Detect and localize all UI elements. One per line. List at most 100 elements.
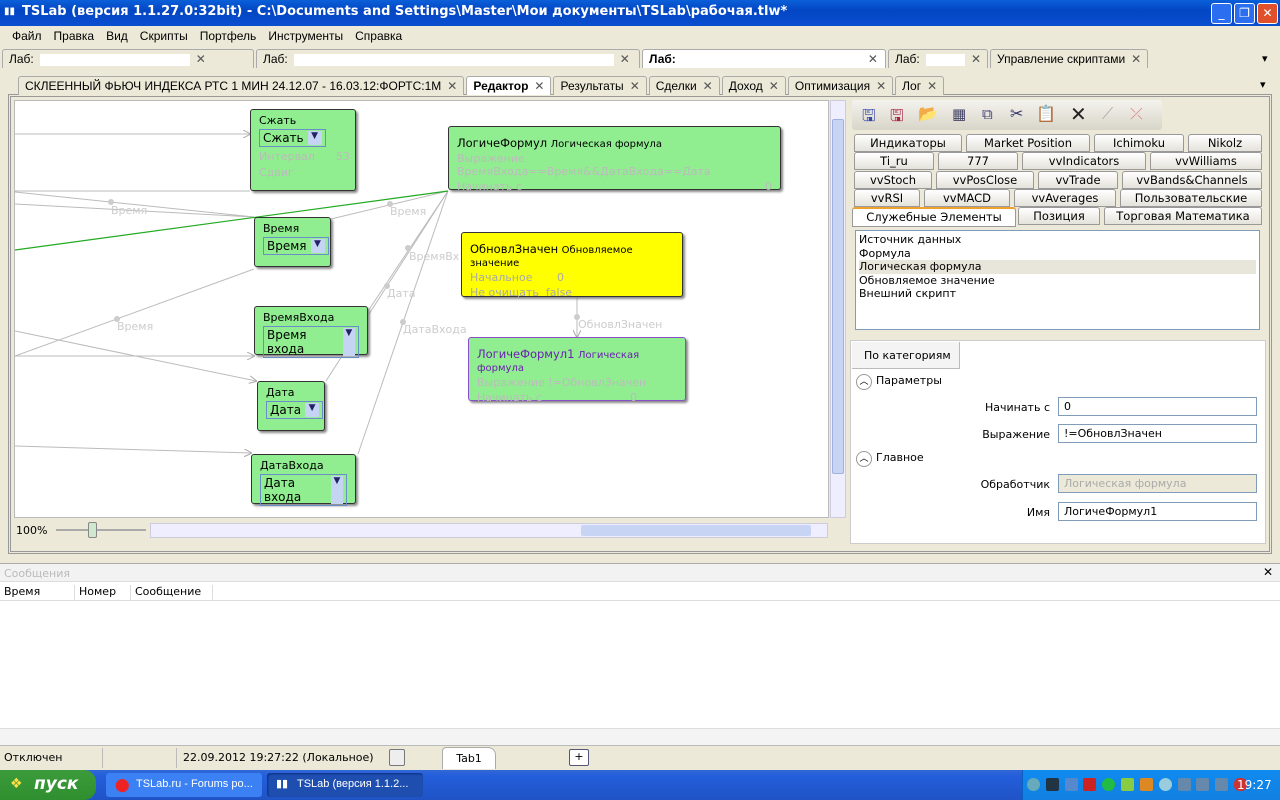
tab-overflow-icon[interactable]: ▾ bbox=[1260, 78, 1266, 91]
list-item[interactable]: Внешний скрипт bbox=[859, 287, 1256, 301]
close-icon[interactable]: ✕ bbox=[1131, 52, 1141, 68]
tab-indicators[interactable]: Индикаторы bbox=[854, 134, 962, 152]
column-time[interactable]: Время bbox=[0, 585, 75, 600]
task-tslab[interactable]: ▮▮ TSLab (версия 1.1.2... bbox=[267, 773, 423, 797]
tab-lab-2[interactable]: Лаб: ✕ bbox=[256, 49, 640, 68]
date-select[interactable]: Дата ▼ bbox=[266, 401, 324, 419]
tab-ichimoku[interactable]: Ichimoku bbox=[1094, 134, 1184, 152]
start-button[interactable]: ❖ пуск bbox=[0, 770, 96, 800]
menu-edit[interactable]: Правка bbox=[48, 29, 101, 47]
category-parameters[interactable]: ︿ Параметры bbox=[856, 374, 942, 390]
maximize-button[interactable]: ❐ bbox=[1234, 3, 1255, 24]
save-as-icon[interactable]: 🖫 bbox=[890, 105, 904, 132]
tab-instrument[interactable]: СКЛЕЕННЫЙ ФЬЮЧ ИНДЕКСА РТС 1 МИН 24.12.0… bbox=[18, 76, 465, 95]
cut-icon[interactable]: ✂ bbox=[1010, 104, 1023, 123]
tab-vvrsi[interactable]: vvRSI bbox=[854, 189, 920, 207]
open-folder-icon[interactable]: 📂 bbox=[918, 104, 938, 123]
tab-editor[interactable]: Редактор ✕ bbox=[466, 76, 552, 95]
tab-nikolz[interactable]: Nikolz bbox=[1188, 134, 1262, 152]
tab-777[interactable]: 777 bbox=[938, 152, 1018, 170]
tab-trading-math[interactable]: Торговая Математика bbox=[1104, 207, 1262, 225]
task-opera[interactable]: ⬤ TSLab.ru - Forums po... bbox=[106, 773, 262, 797]
notebook-icon[interactable] bbox=[389, 749, 405, 766]
canvas-horizontal-scrollbar[interactable] bbox=[150, 523, 828, 538]
tab-script-manager[interactable]: Управление скриптами ✕ bbox=[990, 49, 1149, 68]
chart-tray-icon[interactable] bbox=[1139, 778, 1153, 791]
script-editor-canvas[interactable]: Время Время Время ВремяВх Дата ДатаВхода… bbox=[14, 100, 829, 518]
zoom-slider[interactable] bbox=[56, 529, 146, 531]
category-main[interactable]: ︿ Главное bbox=[856, 451, 924, 467]
menu-help[interactable]: Справка bbox=[349, 29, 408, 47]
scroll-thumb[interactable] bbox=[581, 525, 811, 536]
check-icon[interactable] bbox=[1121, 778, 1135, 791]
list-item-selected[interactable]: Логическая формула bbox=[859, 260, 1256, 274]
media-icon[interactable] bbox=[1158, 778, 1172, 791]
tab-market-position[interactable]: Market Position bbox=[966, 134, 1090, 152]
close-icon[interactable]: ✕ bbox=[620, 52, 630, 68]
canvas-vertical-scrollbar[interactable] bbox=[830, 100, 846, 518]
name-field[interactable]: ЛогичеФормул1 bbox=[1058, 502, 1257, 521]
node-date[interactable]: Дата Дата ▼ bbox=[257, 381, 325, 431]
node-updatable-value[interactable]: ОбновлЗначен Обновляемое значение Началь… bbox=[461, 232, 683, 299]
list-item[interactable]: Обновляемое значение bbox=[859, 274, 1256, 288]
menu-portfolio[interactable]: Портфель bbox=[194, 29, 263, 47]
list-item[interactable]: Формула bbox=[859, 247, 1256, 261]
tab-trades[interactable]: Сделки ✕ bbox=[648, 76, 720, 95]
tab-vvaverages[interactable]: vvAverages bbox=[1014, 189, 1116, 207]
close-icon[interactable]: ✕ bbox=[196, 52, 206, 68]
copy-icon[interactable]: ⧉ bbox=[982, 105, 993, 123]
tab-service-elements[interactable]: Служебные Элементы bbox=[852, 207, 1016, 227]
tab-vvstoch[interactable]: vvStoch bbox=[854, 171, 932, 189]
close-icon[interactable]: ✕ bbox=[876, 79, 886, 95]
close-icon[interactable]: ✕ bbox=[1263, 565, 1273, 579]
disconnect-icon[interactable]: ⤫ bbox=[1130, 104, 1143, 124]
list-item[interactable]: Источник данных bbox=[859, 233, 1256, 247]
close-icon[interactable]: ✕ bbox=[630, 79, 640, 95]
tab-vvwilliams[interactable]: vvWilliams bbox=[1150, 152, 1262, 170]
network-disconnected-icon[interactable] bbox=[1177, 778, 1191, 791]
tab-vvindicators[interactable]: vvIndicators bbox=[1022, 152, 1146, 170]
entry-time-select[interactable]: Время входа ▼ bbox=[263, 326, 359, 358]
network-disconnected-icon[interactable] bbox=[1215, 778, 1229, 791]
close-icon[interactable]: ✕ bbox=[447, 79, 457, 95]
node-logic-formula-1[interactable]: ЛогичеФормул1 Логическая формула Выражен… bbox=[468, 337, 686, 404]
tab-position[interactable]: Позиция bbox=[1018, 207, 1100, 225]
expression-field[interactable]: !=ОбновлЗначен bbox=[1058, 424, 1257, 443]
node-logic-formula[interactable]: ЛогичеФормул Логическая формула Выражени… bbox=[448, 126, 781, 193]
chevron-up-icon[interactable]: ︿ bbox=[856, 451, 872, 467]
connect-icon[interactable]: ⟋ bbox=[1102, 104, 1113, 124]
menu-view[interactable]: Вид bbox=[100, 29, 134, 47]
tab-ti-ru[interactable]: Ti_ru bbox=[854, 152, 934, 170]
start-field[interactable]: 0 bbox=[1058, 397, 1257, 416]
tray-expand-icon[interactable] bbox=[1027, 778, 1040, 791]
menu-file[interactable]: Файл bbox=[6, 29, 48, 47]
column-number[interactable]: Номер bbox=[75, 585, 131, 600]
tab-results[interactable]: Результаты ✕ bbox=[553, 76, 647, 95]
tab-lab-4[interactable]: Лаб: ✕ bbox=[888, 49, 988, 68]
menu-tools[interactable]: Инструменты bbox=[262, 29, 349, 47]
column-message[interactable]: Сообщение bbox=[131, 585, 213, 600]
save-icon[interactable]: 🖫 bbox=[862, 105, 876, 132]
entry-date-select[interactable]: Дата входа ▼ bbox=[260, 474, 347, 506]
node-entry-date[interactable]: ДатаВхода Дата входа ▼ bbox=[251, 454, 356, 506]
tab-vvmacd[interactable]: vvMACD bbox=[924, 189, 1010, 207]
element-list[interactable]: Источник данных Формула Логическая форму… bbox=[855, 230, 1260, 330]
zoom-slider-thumb[interactable] bbox=[88, 522, 97, 538]
tab-vvbands-channels[interactable]: vvBands&Channels bbox=[1122, 171, 1262, 189]
close-icon[interactable]: ✕ bbox=[703, 79, 713, 95]
close-button[interactable]: ✕ bbox=[1257, 3, 1278, 24]
close-icon[interactable]: ✕ bbox=[927, 79, 937, 95]
tslab-tray-icon[interactable] bbox=[1045, 778, 1059, 791]
tab-tab1[interactable]: Tab1 bbox=[442, 747, 496, 769]
time-select[interactable]: Время ▼ bbox=[263, 237, 329, 255]
chevron-up-icon[interactable]: ︿ bbox=[856, 374, 872, 390]
messages-horizontal-scrollbar[interactable] bbox=[0, 728, 1280, 745]
grid-icon[interactable]: ▦ bbox=[952, 105, 966, 123]
tab-income[interactable]: Доход ✕ bbox=[721, 76, 786, 95]
tab-lab-3[interactable]: Лаб: ✕ bbox=[642, 49, 886, 68]
close-icon[interactable]: ✕ bbox=[868, 52, 878, 68]
tab-custom[interactable]: Пользовательские bbox=[1120, 189, 1262, 207]
tab-overflow-icon[interactable]: ▾ bbox=[1262, 52, 1268, 65]
tab-by-category[interactable]: По категориям bbox=[852, 342, 960, 369]
close-icon[interactable]: ✕ bbox=[769, 79, 779, 95]
